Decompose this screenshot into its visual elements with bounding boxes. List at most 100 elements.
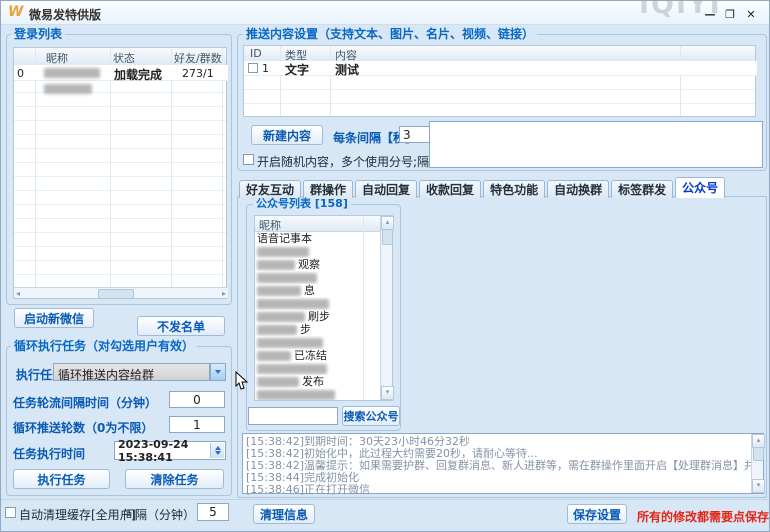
scroll-down-icon[interactable]: ▾ [381,386,394,400]
app-logo-icon: W [8,4,23,20]
tab-tag-broadcast[interactable]: 标签群发 [611,180,673,198]
mouse-cursor [235,371,249,391]
log-panel[interactable]: [15:38:42]到期时间：30天23小时46分32秒 [15:38:42]初… [242,433,764,494]
task-select-value: 循环推送内容给群 [58,366,154,383]
run-task-button[interactable]: 执行任务 [13,469,110,489]
push-table-header: ID 类型 内容 [244,46,755,62]
new-content-button[interactable]: 新建内容 [251,125,323,145]
close-button[interactable]: ✕ [743,8,759,21]
scrollbar-thumb[interactable] [98,289,134,299]
tab-payment-reply[interactable]: 收款回复 [419,180,481,198]
tab-bar: 好友互动 群操作 自动回复 收款回复 特色功能 自动换群 标签群发 公众号 [239,180,727,198]
blurred-text [257,247,309,257]
window-title: 微易发特供版 [29,6,101,23]
scroll-down-icon[interactable]: ▾ [752,479,765,493]
blurred-text [257,260,295,270]
log-lines: [15:38:42]到期时间：30天23小时46分32秒 [15:38:42]初… [243,434,763,498]
gzh-list[interactable]: 昵称 语音记事本观察息刷步步已冻结发布红 ▴ ▾ [254,215,393,401]
column-header: 好友/群数 [174,50,222,66]
tab-auto-switch-group[interactable]: 自动换群 [547,180,609,198]
column-header: 昵称 [259,217,281,233]
gzh-scrollbar[interactable]: ▴ ▾ [380,216,392,400]
blurred-text [257,338,323,348]
list-item[interactable]: 发布 [255,375,380,388]
auto-clean-label: 自动清理缓存[全用户] [19,506,136,523]
scrollbar-thumb[interactable] [382,229,393,245]
gzh-search-input[interactable] [248,407,338,425]
list-item[interactable]: 语音记事本 [255,232,380,245]
blurred-text [257,312,305,322]
content-id: 1 [262,62,269,75]
blurred-text [257,377,299,387]
content-edit-textarea[interactable] [429,121,763,168]
minimize-button[interactable]: — [702,8,718,21]
scrollbar-thumb[interactable] [753,447,764,461]
gzh-list-items: 语音记事本观察息刷步步已冻结发布红 [255,232,380,400]
auto-clean-checkbox[interactable] [5,507,16,518]
list-item[interactable] [255,271,380,284]
blurred-text [257,273,317,283]
scroll-left-icon[interactable]: ◂ [16,289,20,298]
no-send-list-button[interactable]: 不发名单 [137,316,225,336]
tab-official-accounts[interactable]: 公众号 [675,177,725,198]
scroll-up-icon[interactable]: ▴ [381,216,394,230]
list-item[interactable] [255,336,380,349]
list-item[interactable]: 已冻结 [255,349,380,362]
list-item-label: 息 [304,284,315,297]
gzh-list-title: 公众号列表 [158] [253,198,351,210]
log-scrollbar[interactable]: ▴ ▾ [751,434,763,493]
column-header: ID [250,47,262,60]
loop-rounds-input[interactable]: 1 [169,416,225,433]
blurred-text [257,351,291,361]
content-text: 测试 [335,61,359,78]
list-item[interactable]: 观察 [255,258,380,271]
gzh-list-header: 昵称 [255,216,380,232]
tab-friend-interact[interactable]: 好友互动 [239,180,301,198]
clean-interval-input[interactable]: 5 [197,503,229,521]
round-interval-input[interactable]: 0 [169,391,225,408]
table-row[interactable]: 1 文字 测试 [244,61,757,76]
tab-group-ops[interactable]: 群操作 [303,180,353,198]
loop-rounds-label: 循环推送轮数（0为不限） [13,419,153,436]
start-new-wechat-button[interactable]: 启动新微信 [14,308,94,328]
login-status: 加载完成 [114,66,162,83]
list-item[interactable]: 刷步 [255,310,380,323]
login-table[interactable]: 昵称 状态 好友/群数 0 加载完成 273/1 ◂ ▸ [13,47,227,299]
msg-interval-input[interactable]: 3 [399,126,433,143]
list-item-label: 步 [300,323,311,336]
spinner-icon[interactable] [210,443,224,458]
column-header: 状态 [113,50,135,66]
blurred-text [257,364,327,374]
blurred-text [257,325,297,335]
tab-auto-reply[interactable]: 自动回复 [355,180,417,198]
maximize-button[interactable]: ❐ [722,8,738,21]
blurred-nickname [44,68,100,78]
list-item[interactable] [255,245,380,258]
list-item[interactable]: 息 [255,284,380,297]
random-content-label: 开启随机内容，多个使用分号;隔开 [257,153,441,170]
list-item-label: 刷步 [308,310,330,323]
list-item[interactable] [255,362,380,375]
task-select[interactable]: 循环推送内容给群 [53,363,210,381]
chevron-down-icon[interactable] [210,363,226,381]
blurred-text [257,286,301,296]
table-row[interactable]: 0 加载完成 273/1 [14,65,228,81]
save-settings-button[interactable]: 保存设置 [567,504,627,524]
title-bar: IQIYI W 微易发特供版 — ❐ ✕ [1,1,770,25]
gzh-search-button[interactable]: 搜索公众号 [342,406,400,426]
clean-info-button[interactable]: 清理信息 [253,504,315,524]
scroll-right-icon[interactable]: ▸ [222,289,226,298]
task-time-picker[interactable]: 2023-09-24 15:38:41 [114,441,226,460]
push-content-table[interactable]: ID 类型 内容 1 文字 测试 [243,45,756,117]
horizontal-scrollbar[interactable]: ◂ ▸ [14,287,228,298]
list-item[interactable] [255,297,380,310]
list-item[interactable]: 步 [255,323,380,336]
row-checkbox[interactable] [248,63,258,73]
list-item[interactable] [255,388,380,400]
clear-task-button[interactable]: 清除任务 [125,469,224,489]
log-line: [15:38:46]正在打开微信 [246,484,749,496]
scroll-up-icon[interactable]: ▴ [752,434,765,448]
random-content-checkbox[interactable] [243,154,254,165]
tab-special-features[interactable]: 特色功能 [483,180,545,198]
blurred-nickname [44,84,92,94]
